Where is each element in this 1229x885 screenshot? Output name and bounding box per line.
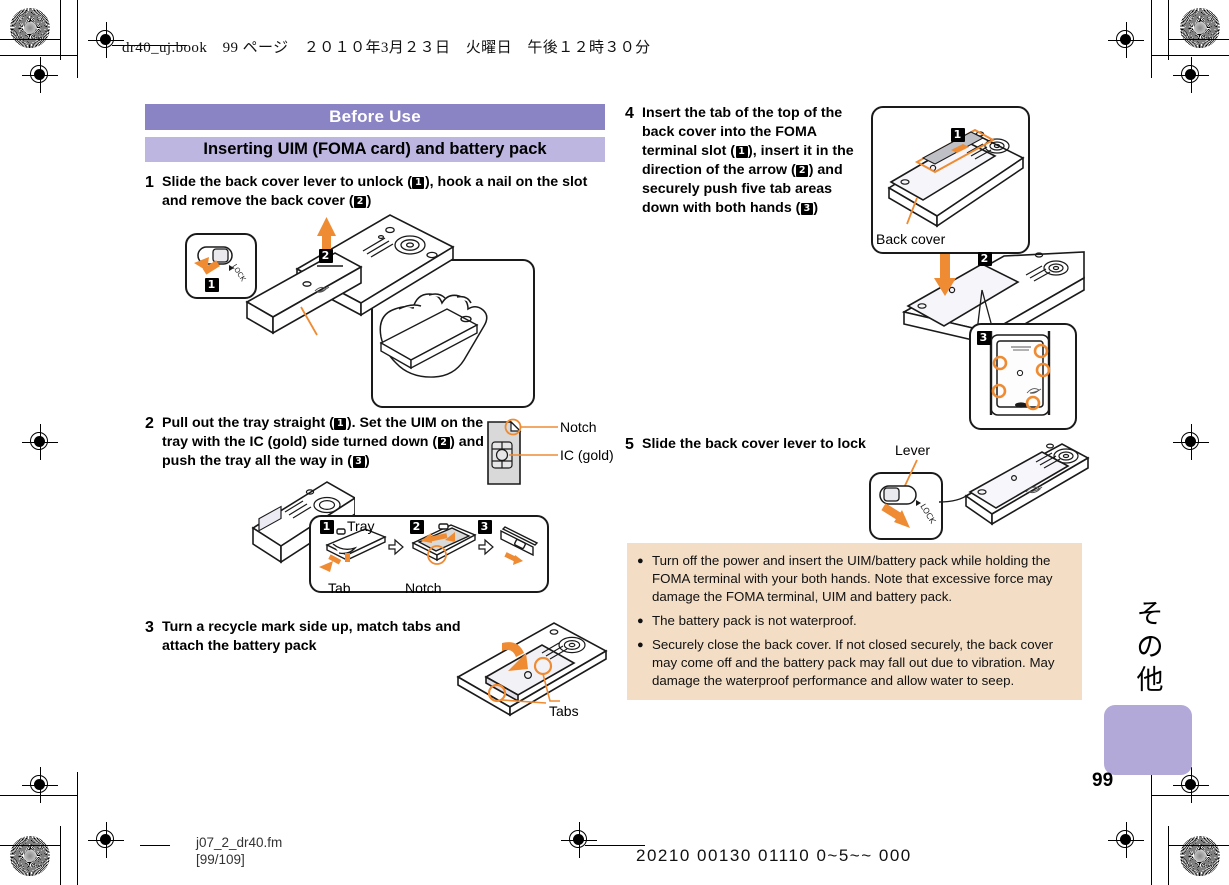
side-tab-char-2: の	[1136, 632, 1164, 663]
label-ic-gold: IC (gold)	[560, 447, 614, 463]
inline-badge-3: 3	[352, 456, 365, 468]
printer-marks-text: 20210 00130 01110 0~5~~ 000	[636, 846, 912, 865]
step-3-text: Turn a recycle mark side up, match tabs …	[162, 619, 461, 654]
svg-text:LOCK: LOCK	[230, 263, 247, 283]
step-3: 3 Turn a recycle mark side up, match tab…	[145, 618, 462, 656]
figure-step-3-art	[456, 622, 608, 717]
step-1-text: Slide the back cover lever to unlock (1)…	[162, 174, 588, 209]
page-header-line: dr40_uj.book 99 ページ ２０１０年3月２３日 火曜日 午後１２時…	[122, 40, 651, 56]
step-2-number: 2	[145, 415, 154, 432]
note-bullet-icon: ●	[637, 555, 644, 567]
step-4-text: Insert the tab of the top of the back co…	[642, 105, 854, 216]
crosshair-mark-tl	[22, 57, 58, 93]
figure-badge-step1-arrow: 2	[318, 249, 333, 263]
note-bullet-icon: ●	[637, 615, 644, 627]
inline-badge-1: 1	[735, 146, 748, 158]
crosshair-mark-tr	[1108, 22, 1144, 58]
section-banner-label: Before Use	[329, 107, 421, 126]
figure-badge-step2-p1: 1	[319, 520, 334, 534]
figure-badge-step2-p3: 3	[477, 520, 492, 534]
inline-badge-3: 3	[800, 203, 813, 215]
label-tabs: Tabs	[549, 703, 579, 719]
figure-step-3: Tabs	[450, 615, 610, 725]
crosshair-mark-bl	[22, 767, 58, 803]
figure-badge-step4-p3: 3	[976, 331, 991, 345]
figure-badge-step4-p2: 2	[977, 252, 992, 266]
crosshair-mark-tc	[88, 22, 124, 58]
inline-badge-1: 1	[334, 418, 347, 430]
step-5-number: 5	[625, 436, 634, 453]
note-text: Turn off the power and insert the UIM/ba…	[652, 553, 1053, 604]
note-item: ● The battery pack is not waterproof.	[637, 612, 1072, 630]
step-5: 5 Slide the back cover lever to lock	[625, 435, 882, 454]
section-banner-before-use: Before Use	[145, 104, 605, 130]
inline-badge-1: 1	[412, 177, 425, 189]
footer-filename: j07_2_dr40.fm	[196, 835, 283, 850]
footer-file-block: j07_2_dr40.fm [99/109]	[196, 834, 282, 868]
note-item: ● Turn off the power and insert the UIM/…	[637, 552, 1072, 606]
figure-lever-callout-art: LOCK	[194, 246, 247, 283]
step-4: 4 Insert the tab of the top of the back …	[625, 104, 860, 218]
step-5-text: Slide the back cover lever to lock	[642, 436, 866, 452]
subsection-banner-label: Inserting UIM (FOMA card) and battery pa…	[203, 140, 547, 158]
figure-tray-panels-art	[319, 523, 539, 572]
crosshair-mark-bc1	[88, 822, 124, 858]
step-3-number: 3	[145, 619, 154, 636]
step-4-number: 4	[625, 105, 634, 122]
label-tray: Tray	[347, 518, 375, 534]
note-text: Securely close the back cover. If not cl…	[652, 637, 1055, 688]
side-tab-color-block	[1104, 705, 1192, 775]
crosshair-mark-br	[1108, 822, 1144, 858]
side-tab: そ の 他	[1104, 598, 1196, 775]
svg-text:LOCK: LOCK	[918, 502, 937, 525]
step-2: 2 Pull out the tray straight (1). Set th…	[145, 414, 492, 471]
rosette-mark-top-left	[10, 8, 50, 48]
label-notch-tray: Notch	[405, 580, 442, 596]
figure-step-1: LOCK 1 2 Slot	[185, 207, 550, 519]
side-tab-char-1: そ	[1136, 599, 1164, 630]
figure-step-4: 1 Back cover 2 3	[868, 104, 1090, 430]
note-item: ● Securely close the back cover. If not …	[637, 636, 1072, 690]
figure-badge-step4-p1: 1	[950, 128, 965, 142]
figure-badge-step1-lever: 1	[204, 278, 219, 292]
left-column: Before Use Inserting UIM (FOMA card) and…	[145, 104, 607, 211]
rosette-mark-top-right	[1180, 8, 1220, 48]
figure-step-5: Lever LOCK	[866, 440, 1091, 540]
figure-badge-step2-p2: 2	[409, 520, 424, 534]
step-1-number: 1	[145, 174, 154, 191]
crosshair-mark-lm	[22, 424, 58, 460]
subsection-banner: Inserting UIM (FOMA card) and battery pa…	[145, 137, 605, 162]
step-1: 1 Slide the back cover lever to unlock (…	[145, 173, 607, 211]
rosette-mark-bottom-right	[1180, 836, 1220, 876]
note-text: The battery pack is not waterproof.	[652, 613, 857, 628]
inline-badge-2: 2	[796, 165, 809, 177]
figure-tray-sequence: 1 2 3 Tray Tab Notch	[235, 470, 565, 605]
crosshair-mark-rm	[1173, 424, 1209, 460]
figure-step-5-art: LOCK	[879, 443, 1090, 528]
crosshair-mark-bc2	[561, 822, 597, 858]
label-notch-uim: Notch	[560, 419, 597, 435]
side-tab-char-3: 他	[1136, 665, 1164, 696]
note-box: ● Turn off the power and insert the UIM/…	[627, 543, 1082, 700]
page-number: 99	[1092, 770, 1114, 791]
label-tab: Tab	[328, 580, 351, 596]
note-bullet-icon: ●	[637, 639, 644, 651]
rosette-mark-bottom-left	[10, 836, 50, 876]
crosshair-mark-rc	[1173, 57, 1209, 93]
step-2-text: Pull out the tray straight (1). Set the …	[162, 415, 484, 469]
figure-step4-panel1-art	[887, 128, 1025, 228]
footer-page-range: [99/109]	[196, 852, 245, 867]
inline-badge-2: 2	[437, 437, 450, 449]
